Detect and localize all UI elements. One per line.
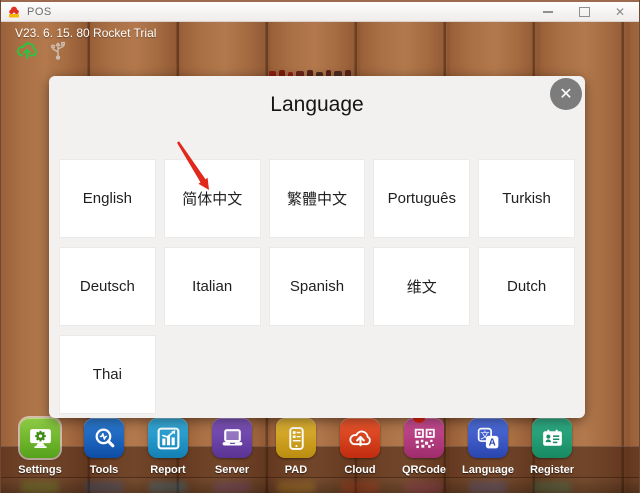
- language-option-english[interactable]: English: [59, 159, 156, 238]
- icon-reflection: [341, 481, 379, 493]
- close-window-button[interactable]: ✕: [609, 3, 631, 21]
- bottom-toolbar: Settings Tools: [8, 418, 584, 476]
- dialog-close-button[interactable]: ✕: [550, 78, 582, 110]
- toolbar-item-tools[interactable]: Tools: [72, 418, 136, 476]
- toolbar-item-pad[interactable]: PAD: [264, 418, 328, 476]
- icon-reflection: [149, 481, 187, 493]
- report-icon: [148, 418, 188, 458]
- toolbar-label-report: Report: [150, 464, 185, 476]
- language-option-german[interactable]: Deutsch: [59, 247, 156, 326]
- language-grid: English 简体中文 繁體中文 Português Turkish Deut…: [59, 159, 575, 414]
- toolbar-label-language: Language: [462, 464, 514, 476]
- toolbar-item-language[interactable]: 文 A Language: [456, 418, 520, 476]
- icon-reflection: [85, 481, 123, 493]
- toolbar-item-qrcode[interactable]: QRCode: [392, 418, 456, 476]
- icon-reflection: [213, 481, 251, 493]
- maximize-button[interactable]: [573, 3, 595, 21]
- window-titlebar: POS ✕: [1, 0, 639, 22]
- version-label: V23. 6. 15. 80 Rocket Trial: [15, 26, 156, 40]
- pos-app-window: POS ✕ V23. 6. 15. 80 Rocket Trial: [0, 0, 640, 493]
- icon-reflection: [469, 481, 507, 493]
- pad-icon: [276, 418, 316, 458]
- language-option-simplified-chinese[interactable]: 简体中文: [164, 159, 261, 238]
- register-icon: [532, 418, 572, 458]
- language-option-italian[interactable]: Italian: [164, 247, 261, 326]
- toolbar-label-settings: Settings: [18, 464, 61, 476]
- toolbar-item-server[interactable]: Server: [200, 418, 264, 476]
- svg-text:A: A: [488, 437, 495, 448]
- toolbar-label-cloud: Cloud: [344, 464, 375, 476]
- toolbar-label-server: Server: [215, 464, 249, 476]
- cloud-upload-status-icon: [15, 39, 39, 65]
- pos-logo-icon: [7, 5, 21, 19]
- usb-status-icon: [47, 39, 69, 65]
- minimize-icon: [543, 11, 553, 13]
- toolbar-label-register: Register: [530, 464, 574, 476]
- close-icon: ✕: [559, 84, 572, 104]
- toolbar-item-register[interactable]: Register: [520, 418, 584, 476]
- icon-reflection: [21, 481, 59, 493]
- language-option-uyghur[interactable]: 维文: [373, 247, 470, 326]
- tools-icon: [84, 418, 124, 458]
- language-option-dutch[interactable]: Dutch: [478, 247, 575, 326]
- icon-reflection: [533, 481, 571, 493]
- server-icon: [212, 418, 252, 458]
- language-option-spanish[interactable]: Spanish: [269, 247, 366, 326]
- icon-reflection: [405, 481, 443, 493]
- language-option-traditional-chinese[interactable]: 繁體中文: [269, 159, 366, 238]
- toolbar-label-tools: Tools: [90, 464, 119, 476]
- toolbar-item-settings[interactable]: Settings: [8, 418, 72, 476]
- language-icon: 文 A: [468, 418, 508, 458]
- maximize-icon: [579, 7, 590, 17]
- toolbar-item-report[interactable]: Report: [136, 418, 200, 476]
- toolbar-label-pad: PAD: [285, 464, 307, 476]
- qrcode-icon: [404, 418, 444, 458]
- language-option-turkish[interactable]: Turkish: [478, 159, 575, 238]
- language-option-portuguese[interactable]: Português: [373, 159, 470, 238]
- minimize-button[interactable]: [537, 3, 559, 21]
- toolbar-label-qrcode: QRCode: [402, 464, 446, 476]
- language-option-thai[interactable]: Thai: [59, 335, 156, 414]
- language-dialog: Language ✕ English 简体中文 繁體中文 Português T…: [49, 76, 585, 418]
- window-title: POS: [27, 6, 52, 18]
- icon-reflection: [277, 481, 315, 493]
- toolbar-item-cloud[interactable]: Cloud: [328, 418, 392, 476]
- dialog-title: Language: [49, 93, 585, 117]
- settings-icon: [20, 418, 60, 458]
- cloud-icon: [340, 418, 380, 458]
